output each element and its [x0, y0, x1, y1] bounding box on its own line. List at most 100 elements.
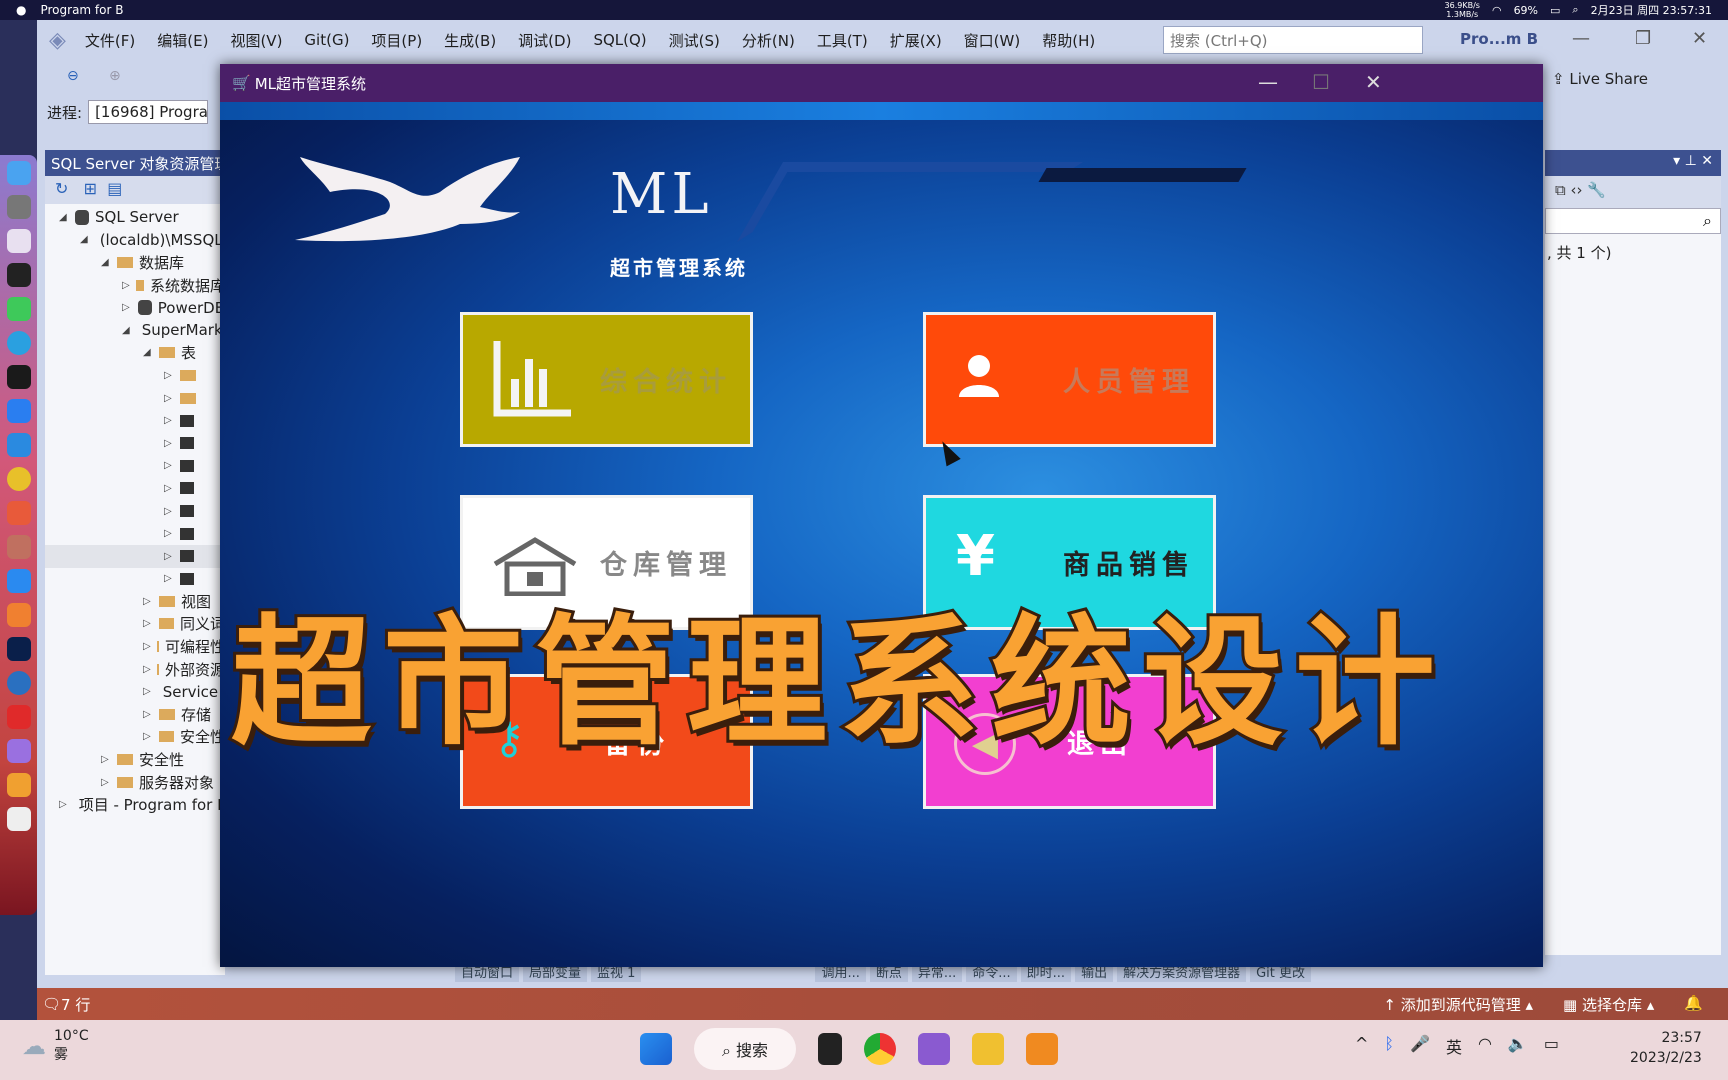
- tree-node[interactable]: ▷ 安全性: [45, 748, 225, 771]
- finder-icon[interactable]: [6, 161, 31, 185]
- settings-icon[interactable]: [6, 195, 31, 219]
- expand-icon[interactable]: ▷: [164, 483, 174, 494]
- tree-node[interactable]: ▷: [45, 568, 225, 591]
- search-input[interactable]: ⌕: [1545, 208, 1721, 234]
- menu-analyze[interactable]: 分析(N): [731, 30, 806, 51]
- wechat-icon[interactable]: [6, 297, 31, 321]
- collapse-icon[interactable]: ◢: [59, 212, 69, 223]
- dropdown-icon[interactable]: ▾: [1673, 153, 1680, 169]
- weather-widget[interactable]: ☁ 10°C 雾: [22, 1028, 89, 1064]
- tree-node[interactable]: ▷ Service Broker: [45, 680, 272, 703]
- tree-node[interactable]: ▷: [45, 409, 225, 432]
- refresh-icon[interactable]: ↻: [55, 179, 68, 198]
- expand-icon[interactable]: ▷: [164, 551, 174, 562]
- expand-icon[interactable]: ▷: [101, 777, 111, 788]
- taskbar-clock[interactable]: 23:57 2023/2/23: [1630, 1028, 1702, 1068]
- app-icon[interactable]: [6, 535, 31, 559]
- tree-node[interactable]: ▷: [45, 477, 225, 500]
- expand-icon[interactable]: ▷: [164, 506, 174, 517]
- expand-icon[interactable]: ▷: [164, 393, 174, 404]
- expand-icon[interactable]: ▷: [164, 415, 174, 426]
- minimize-button[interactable]: —: [1258, 70, 1278, 94]
- tree-node[interactable]: ▷: [45, 455, 225, 478]
- expand-icon[interactable]: ▷: [164, 528, 174, 539]
- vscode-icon[interactable]: [6, 433, 31, 457]
- app-icon[interactable]: [6, 365, 31, 389]
- menu-debug[interactable]: 调试(D): [507, 30, 582, 51]
- tree-node[interactable]: ▷ 存储: [45, 703, 225, 726]
- copy-icon[interactable]: ⧉: [1555, 181, 1566, 199]
- menu-tools[interactable]: 工具(T): [806, 30, 879, 51]
- expand-icon[interactable]: ▷: [59, 799, 67, 810]
- expand-icon[interactable]: ▷: [143, 641, 151, 652]
- menu-project[interactable]: 项目(P): [360, 30, 433, 51]
- app-icon[interactable]: [6, 501, 31, 525]
- close-button[interactable]: ✕: [1692, 28, 1707, 49]
- menu-help[interactable]: 帮助(H): [1031, 30, 1106, 51]
- visual-studio-icon[interactable]: [6, 739, 31, 763]
- expand-icon[interactable]: ▷: [122, 302, 132, 313]
- forward-icon[interactable]: ⊕: [109, 68, 121, 84]
- collapse-icon[interactable]: ◢: [101, 257, 111, 268]
- app-icon[interactable]: [6, 671, 31, 695]
- microphone-icon[interactable]: 🎤: [1410, 1034, 1430, 1058]
- live-share-button[interactable]: ⇪ Live Share: [1552, 70, 1648, 88]
- telegram-icon[interactable]: [6, 331, 31, 355]
- expand-icon[interactable]: ▷: [143, 686, 151, 697]
- battery-icon[interactable]: ▭: [1544, 1034, 1559, 1058]
- expand-icon[interactable]: ▷: [164, 438, 174, 449]
- visual-studio-icon[interactable]: [918, 1033, 951, 1065]
- stats-tile[interactable]: 综合统计: [460, 312, 753, 447]
- expand-icon[interactable]: ▷: [143, 618, 153, 629]
- back-icon[interactable]: ⊖: [67, 68, 79, 84]
- tree-node[interactable]: ▷ 安全性: [45, 726, 225, 749]
- tree-node[interactable]: ▷ 可编程性: [45, 635, 225, 658]
- launchpad-icon[interactable]: [6, 229, 31, 253]
- select-repo-button[interactable]: ▦ 选择仓库 ▴: [1563, 994, 1654, 1015]
- app-icon[interactable]: [6, 569, 31, 593]
- expand-icon[interactable]: ▷: [122, 280, 130, 291]
- task-view-icon[interactable]: [818, 1033, 843, 1065]
- pin-icon[interactable]: ⊥: [1685, 153, 1697, 169]
- netease-music-icon[interactable]: [6, 705, 31, 729]
- tree-node[interactable]: ▷: [45, 500, 225, 523]
- tree-node[interactable]: ▷ 项目 - Program for B: [45, 793, 227, 816]
- expand-icon[interactable]: ▷: [143, 596, 153, 607]
- menu-extensions[interactable]: 扩展(X): [879, 30, 953, 51]
- battery-icon[interactable]: ▭: [1550, 4, 1560, 17]
- collapse-icon[interactable]: ◢: [122, 325, 130, 336]
- tree-node[interactable]: ▷ 外部资源: [45, 658, 225, 681]
- cart-app-icon[interactable]: [1026, 1033, 1059, 1065]
- taskbar-search[interactable]: ⌕ 搜索: [694, 1028, 797, 1070]
- expand-icon[interactable]: ▷: [101, 754, 111, 765]
- restore-button[interactable]: ❐: [1635, 28, 1651, 49]
- bluetooth-icon[interactable]: ᛒ: [1384, 1034, 1394, 1058]
- app-icon[interactable]: [6, 603, 31, 627]
- wifi-icon[interactable]: ◠: [1492, 4, 1502, 17]
- expand-icon[interactable]: ▷: [164, 460, 174, 471]
- qq-icon[interactable]: [6, 263, 31, 287]
- tree-node[interactable]: ▷ 系统数据库: [45, 274, 225, 297]
- minimize-button[interactable]: —: [1572, 28, 1590, 49]
- close-icon[interactable]: ✕: [1701, 153, 1713, 169]
- vs-search-input[interactable]: 搜索 (Ctrl+Q): [1163, 26, 1423, 54]
- menu-sql[interactable]: SQL(Q): [582, 31, 657, 49]
- wrench-icon[interactable]: 🔧: [1587, 181, 1606, 199]
- tree-node[interactable]: ◢ SuperMarket: [45, 319, 237, 342]
- add-source-control-button[interactable]: ↑ 添加到源代码管理 ▴: [1383, 994, 1533, 1015]
- collapse-icon[interactable]: ◢: [80, 234, 88, 245]
- app-icon[interactable]: [6, 399, 31, 423]
- tree-node[interactable]: ◢ (localdb)\MSSQLLocalDB: [45, 229, 283, 252]
- tree-node[interactable]: ◢ 数据库: [45, 251, 225, 274]
- photoshop-icon[interactable]: [6, 637, 31, 661]
- windows-start-icon[interactable]: [640, 1033, 672, 1065]
- menu-build[interactable]: 生成(B): [433, 30, 507, 51]
- menu-view[interactable]: 视图(V): [219, 30, 293, 51]
- tree-node[interactable]: ◢ 表: [45, 342, 225, 365]
- cart-icon[interactable]: [6, 773, 31, 797]
- tree-node[interactable]: ▷: [45, 432, 225, 455]
- volume-icon[interactable]: 🔈: [1508, 1034, 1528, 1058]
- file-explorer-icon[interactable]: [972, 1033, 1005, 1065]
- menu-window[interactable]: 窗口(W): [953, 30, 1032, 51]
- new-query-icon[interactable]: ▤: [107, 179, 122, 198]
